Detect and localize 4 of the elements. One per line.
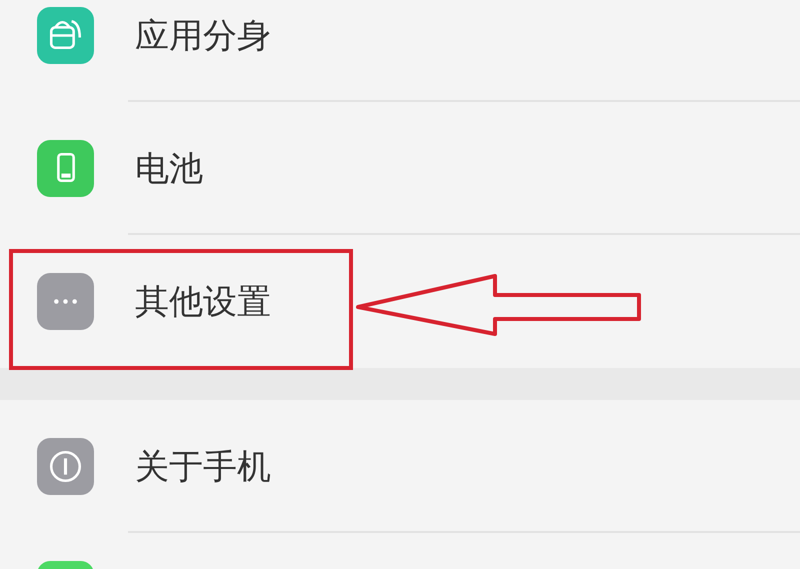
- row-label: 电池: [135, 152, 203, 186]
- row-label: 应用分身: [135, 18, 271, 52]
- row-label: 其他设置: [135, 284, 271, 318]
- row-label: 关于手机: [135, 450, 271, 484]
